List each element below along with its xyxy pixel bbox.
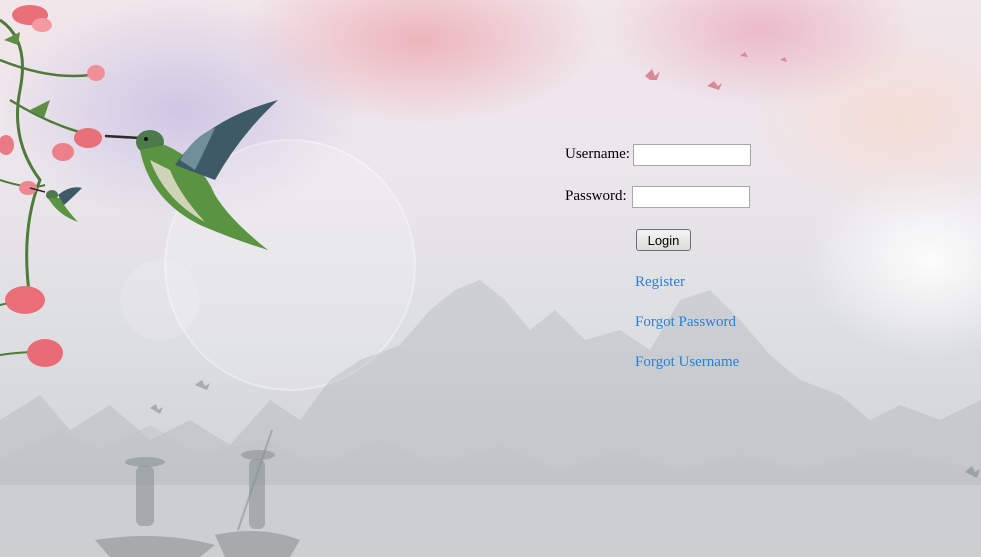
register-link[interactable]: Register bbox=[635, 274, 685, 291]
username-input[interactable] bbox=[633, 144, 751, 166]
forgot-password-link[interactable]: Forgot Password bbox=[635, 314, 736, 331]
forgot-username-link[interactable]: Forgot Username bbox=[635, 354, 739, 371]
username-label: Username: bbox=[565, 146, 630, 162]
password-label: Password: bbox=[565, 188, 627, 204]
login-button[interactable]: Login bbox=[636, 229, 691, 251]
password-input[interactable] bbox=[632, 186, 750, 208]
login-form: Username: Password: Login Register Forgo… bbox=[0, 0, 981, 557]
